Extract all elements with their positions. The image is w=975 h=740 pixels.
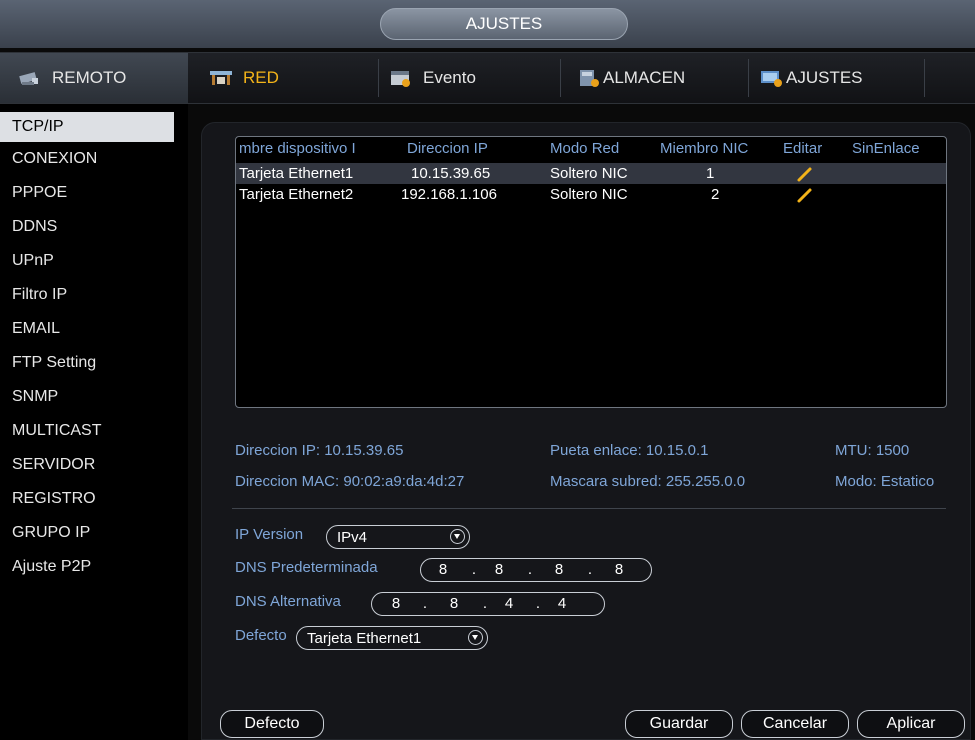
column-header-edit: Editar [783, 140, 823, 157]
default-nic-label: Defecto [235, 627, 287, 644]
info-gateway: Pueta enlace: 10.15.0.1 [550, 442, 709, 459]
window-title: AJUSTES [380, 8, 628, 40]
default-button[interactable]: Defecto [220, 710, 324, 738]
event-icon [391, 71, 410, 87]
tab-divider [748, 59, 749, 97]
tab-label: Evento [423, 68, 476, 87]
table-header: mbre dispositivo I Direccion IP Modo Red… [236, 140, 946, 162]
ip-octet: 4 [557, 595, 567, 612]
sidebar-item-ddns[interactable]: DDNS [0, 210, 188, 244]
sidebar-item-upnp[interactable]: UPnP [0, 244, 188, 278]
sidebar-item-tcpip[interactable]: TCP/IP [0, 112, 174, 142]
info-mask: Mascara subred: 255.255.0.0 [550, 473, 746, 490]
cell-device: Tarjeta Ethernet2 [239, 186, 354, 203]
cell-ip: 10.15.39.65 [411, 165, 491, 182]
chevron-down-icon [468, 630, 483, 645]
ip-octet: 8 [391, 595, 401, 612]
ip-octet: 8 [494, 561, 504, 578]
cell-device: Tarjeta Ethernet1 [239, 165, 354, 182]
nic-table: mbre dispositivo I Direccion IP Modo Red… [235, 136, 947, 408]
ip-dot: . [587, 561, 593, 578]
sidebar-item-ajuste-p2p[interactable]: Ajuste P2P [0, 550, 188, 584]
sidebar-item-filtro-ip[interactable]: Filtro IP [0, 278, 188, 312]
tab-almacen[interactable]: ALMACEN [577, 53, 747, 103]
ip-version-value: IPv4 [337, 528, 368, 546]
remote-icon [19, 72, 38, 85]
cancel-button[interactable]: Cancelar [741, 710, 849, 738]
ip-dot: . [535, 595, 541, 612]
dns-primary-field[interactable]: 8 . 8 . 8 . 8 [420, 558, 652, 582]
sidebar-item-ftp-setting[interactable]: FTP Setting [0, 346, 188, 380]
tab-divider [560, 59, 561, 97]
column-header-mode: Modo Red [550, 140, 620, 157]
ip-version-label: IP Version [235, 526, 304, 543]
sidebar-item-pppoe[interactable]: PPPOE [0, 176, 188, 210]
sidebar-item-multicast[interactable]: MULTICAST [0, 414, 188, 448]
ip-dot: . [527, 561, 533, 578]
edit-icon[interactable] [796, 186, 814, 204]
info-mtu: MTU: 1500 [835, 442, 910, 459]
chevron-down-icon [450, 529, 465, 544]
tab-divider [924, 59, 925, 97]
sidebar-item-grupo-ip[interactable]: GRUPO IP [0, 516, 188, 550]
storage-icon [580, 70, 599, 87]
ip-octet: 8 [449, 595, 459, 612]
sidebar-item-servidor[interactable]: SERVIDOR [0, 448, 188, 482]
cell-mode: Soltero NIC [550, 165, 628, 182]
ip-dot: . [471, 561, 477, 578]
sidebar: TCP/IP CONEXION PPPOE DDNS UPnP Filtro I… [0, 104, 188, 740]
sidebar-item-conexion[interactable]: CONEXION [0, 142, 188, 176]
tab-label: REMOTO [52, 68, 127, 87]
table-row[interactable]: Tarjeta Ethernet2 192.168.1.106 Soltero … [236, 184, 946, 205]
default-nic-value: Tarjeta Ethernet1 [307, 629, 422, 647]
dns-primary-label: DNS Predeterminada [235, 559, 378, 576]
tab-remoto[interactable]: REMOTO [0, 53, 188, 103]
settings-icon [761, 71, 782, 87]
apply-button[interactable]: Aplicar [857, 710, 965, 738]
tab-red[interactable]: RED [207, 53, 377, 103]
edit-icon[interactable] [796, 165, 814, 183]
tab-label: ALMACEN [603, 68, 686, 87]
column-header-member: Miembro NIC [660, 140, 749, 157]
tab-divider [378, 59, 379, 97]
ip-dot: . [482, 595, 488, 612]
tab-ajustes[interactable]: AJUSTES [760, 53, 930, 103]
cell-member: 2 [711, 186, 720, 203]
tab-evento[interactable]: Evento [389, 53, 559, 103]
ip-version-select[interactable]: IPv4 [326, 525, 470, 549]
tab-bar: REMOTO RED Evento ALMACEN AJUSTES [0, 52, 975, 104]
table-row[interactable]: Tarjeta Ethernet1 10.15.39.65 Soltero NI… [236, 163, 946, 184]
network-icon [210, 71, 232, 85]
column-header-ip: Direccion IP [407, 140, 488, 157]
cell-mode: Soltero NIC [550, 186, 628, 203]
tab-label: AJUSTES [786, 68, 863, 87]
column-header-unlink: SinEnlace [852, 140, 920, 157]
cell-ip: 192.168.1.106 [401, 186, 497, 203]
tab-label: RED [243, 68, 279, 87]
ip-octet: 8 [554, 561, 564, 578]
ip-octet: 8 [438, 561, 448, 578]
sidebar-item-snmp[interactable]: SNMP [0, 380, 188, 414]
ip-dot: . [422, 595, 428, 612]
section-divider [232, 508, 946, 509]
dns-alt-label: DNS Alternativa [235, 593, 341, 610]
info-mode: Modo: Estatico [835, 473, 935, 490]
column-header-device: mbre dispositivo I [239, 140, 356, 157]
save-button[interactable]: Guardar [625, 710, 733, 738]
cell-member: 1 [706, 165, 715, 182]
sidebar-item-email[interactable]: EMAIL [0, 312, 188, 346]
title-bar: AJUSTES [0, 0, 975, 48]
default-nic-select[interactable]: Tarjeta Ethernet1 [296, 626, 488, 650]
ip-octet: 4 [504, 595, 514, 612]
info-mac: Direccion MAC: 90:02:a9:da:4d:27 [235, 473, 465, 490]
ip-octet: 8 [614, 561, 624, 578]
info-ip: Direccion IP: 10.15.39.65 [235, 442, 404, 459]
dns-alt-field[interactable]: 8 . 8 . 4 . 4 [371, 592, 605, 616]
sidebar-item-registro[interactable]: REGISTRO [0, 482, 188, 516]
